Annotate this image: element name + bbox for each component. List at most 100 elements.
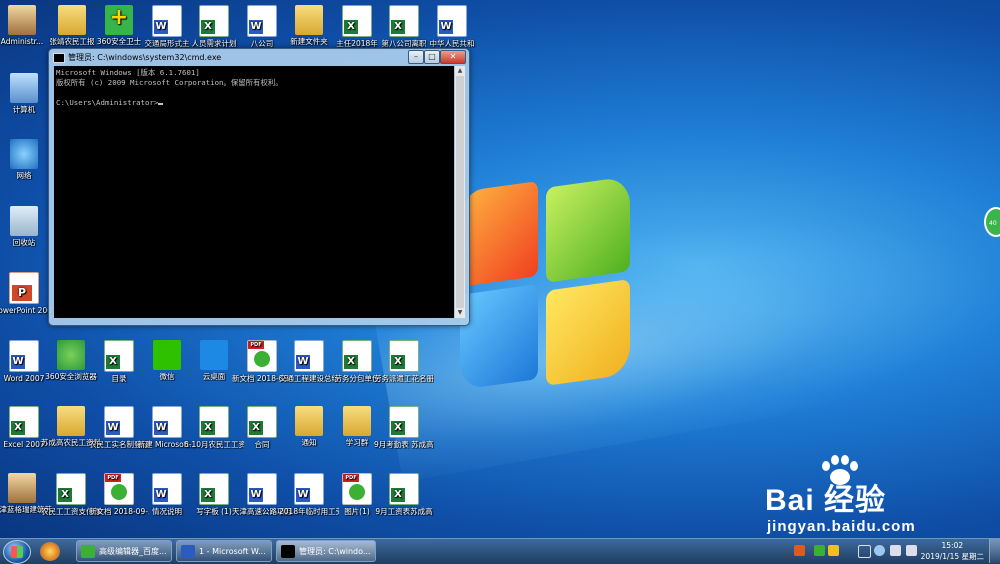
app-tray-icon[interactable] xyxy=(814,545,825,556)
vertical-scrollbar[interactable]: ▲ ▼ xyxy=(455,66,465,318)
console-line: 版权所有 (c) 2009 Microsoft Corporation。保留所有… xyxy=(56,78,283,87)
windows-logo-wallpaper xyxy=(460,168,630,402)
folder-icon xyxy=(295,5,323,35)
desktop-icon-label: 9月工资表苏成高 xyxy=(375,507,433,516)
excel-icon xyxy=(342,5,372,37)
desktop-icon-label: 劳务派遣工花名册9427 xyxy=(374,374,434,383)
quick-launch-360-icon[interactable] xyxy=(40,542,60,561)
desktop-icon[interactable]: 劳务派遣工花名册9427 xyxy=(374,340,434,383)
desktop-icon[interactable]: 中华人民共和 xyxy=(422,5,482,48)
bin-icon xyxy=(10,206,38,236)
console-output[interactable]: Microsoft Windows [版本 6.1.7601] 版权所有 (c) … xyxy=(54,66,454,318)
pc-icon xyxy=(10,73,38,103)
logo-pane-yellow xyxy=(546,279,630,386)
cmd-window[interactable]: 管理员: C:\windows\system32\cmd.exe – □ ✕ M… xyxy=(48,48,470,326)
desktop-icon[interactable]: 计算机 xyxy=(0,73,54,114)
console-prompt-line: C:\Users\Administrator> xyxy=(56,98,454,108)
network-icon[interactable] xyxy=(890,545,901,556)
sogou-input-icon[interactable] xyxy=(794,545,805,556)
desktop-icon[interactable]: 9月工资表苏成高 xyxy=(374,473,434,516)
desktop-icon[interactable]: 回收站 xyxy=(0,206,54,247)
maximize-button[interactable]: □ xyxy=(424,50,440,64)
word-icon xyxy=(247,5,277,37)
text-cursor xyxy=(158,103,164,105)
scroll-up-arrow-icon[interactable]: ▲ xyxy=(456,67,464,75)
start-button[interactable] xyxy=(3,540,31,564)
volume-icon[interactable] xyxy=(906,545,917,556)
cmd-icon xyxy=(53,53,65,63)
desktop-icon-label: 回收站 xyxy=(12,238,36,247)
excel-icon xyxy=(247,406,277,438)
pdf-icon xyxy=(104,473,134,505)
folder-icon xyxy=(57,406,85,436)
watermark-brand: Bai 经验 xyxy=(765,484,887,517)
cmd-icon xyxy=(281,545,295,558)
user-icon xyxy=(8,5,36,35)
folder-icon xyxy=(343,406,371,436)
word-icon xyxy=(247,473,277,505)
taskbar-button-word[interactable]: 1 - Microsoft W... xyxy=(176,540,272,562)
taskbar-button-browser[interactable]: 高级编辑器_百度... xyxy=(76,540,172,562)
desktop: Administr...张靖农民工报360安全卫士交通局形式主人员需求计划八公司… xyxy=(0,0,1000,538)
word-icon xyxy=(152,5,182,37)
excel-icon xyxy=(389,5,419,37)
cloud-icon xyxy=(200,340,228,370)
excel-icon xyxy=(389,340,419,372)
folder-icon xyxy=(295,406,323,436)
excel-icon xyxy=(199,406,229,438)
desktop-icon-label: PowerPoint 2007 xyxy=(0,306,54,315)
show-desktop-button[interactable] xyxy=(989,539,1000,563)
excel-icon xyxy=(56,473,86,505)
desktop-icon-label: 计算机 xyxy=(12,105,36,114)
net-icon xyxy=(10,139,38,169)
scroll-down-arrow-icon[interactable]: ▼ xyxy=(456,309,464,317)
word-icon xyxy=(152,473,182,505)
excel-icon xyxy=(199,5,229,37)
minimize-button[interactable]: – xyxy=(408,50,424,64)
pdf-icon xyxy=(247,340,277,372)
clock-time: 15:02 xyxy=(941,541,964,550)
word-icon xyxy=(152,406,182,438)
desktop-icon-label: 9月考勤表 苏成高9427 xyxy=(374,440,434,449)
desktop-icon-label: 中华人民共和 xyxy=(429,39,475,48)
ppt-icon xyxy=(9,272,39,304)
excel-icon xyxy=(9,406,39,438)
cmd-titlebar[interactable]: 管理员: C:\windows\system32\cmd.exe – □ ✕ xyxy=(49,49,469,65)
cmd-title: 管理员: C:\windows\system32\cmd.exe xyxy=(68,53,222,62)
browser-icon xyxy=(81,545,95,558)
logo-pane-green xyxy=(546,176,630,283)
desktop-icon-label: 网络 xyxy=(16,171,32,180)
clock[interactable]: 15:02 2019/1/15 星期二 xyxy=(921,540,984,562)
clock-date: 2019/1/15 星期二 xyxy=(920,552,984,561)
security-tray-icon[interactable] xyxy=(828,545,839,556)
desktop-icon[interactable]: PowerPoint 2007 xyxy=(0,272,54,315)
excel-icon xyxy=(342,340,372,372)
scroll-thumb[interactable] xyxy=(456,76,464,308)
taskbar-button-label: 高级编辑器_百度... xyxy=(99,547,167,556)
excel-icon xyxy=(389,406,419,438)
taskbar-button-cmd[interactable]: 管理员: C:\windo... xyxy=(276,540,376,562)
console-prompt: C:\Users\Administrator> xyxy=(56,98,159,107)
excel-icon xyxy=(199,473,229,505)
cloud-tray-icon[interactable] xyxy=(874,545,885,556)
close-button[interactable]: ✕ xyxy=(440,50,466,64)
word-icon xyxy=(294,340,324,372)
wechat-icon xyxy=(153,340,181,370)
excel-icon xyxy=(389,473,419,505)
taskbar-button-label: 1 - Microsoft W... xyxy=(199,547,266,556)
pdf-icon xyxy=(342,473,372,505)
desktop-icon[interactable]: 网络 xyxy=(0,139,54,180)
logo-pane-red xyxy=(460,180,538,287)
watermark-site: jingyan.baidu.com xyxy=(767,518,916,535)
word-icon xyxy=(104,406,134,438)
word-icon xyxy=(294,473,324,505)
folder-icon xyxy=(58,5,86,35)
show-hidden-icons-icon[interactable] xyxy=(858,545,871,558)
ie-icon xyxy=(57,340,85,370)
taskbar: 高级编辑器_百度... 1 - Microsoft W... 管理员: C:\w… xyxy=(0,538,1000,564)
desktop-icon[interactable]: 9月考勤表 苏成高9427 xyxy=(374,406,434,449)
360-icon xyxy=(105,5,133,35)
word-icon xyxy=(9,340,39,372)
excel-icon xyxy=(104,340,134,372)
